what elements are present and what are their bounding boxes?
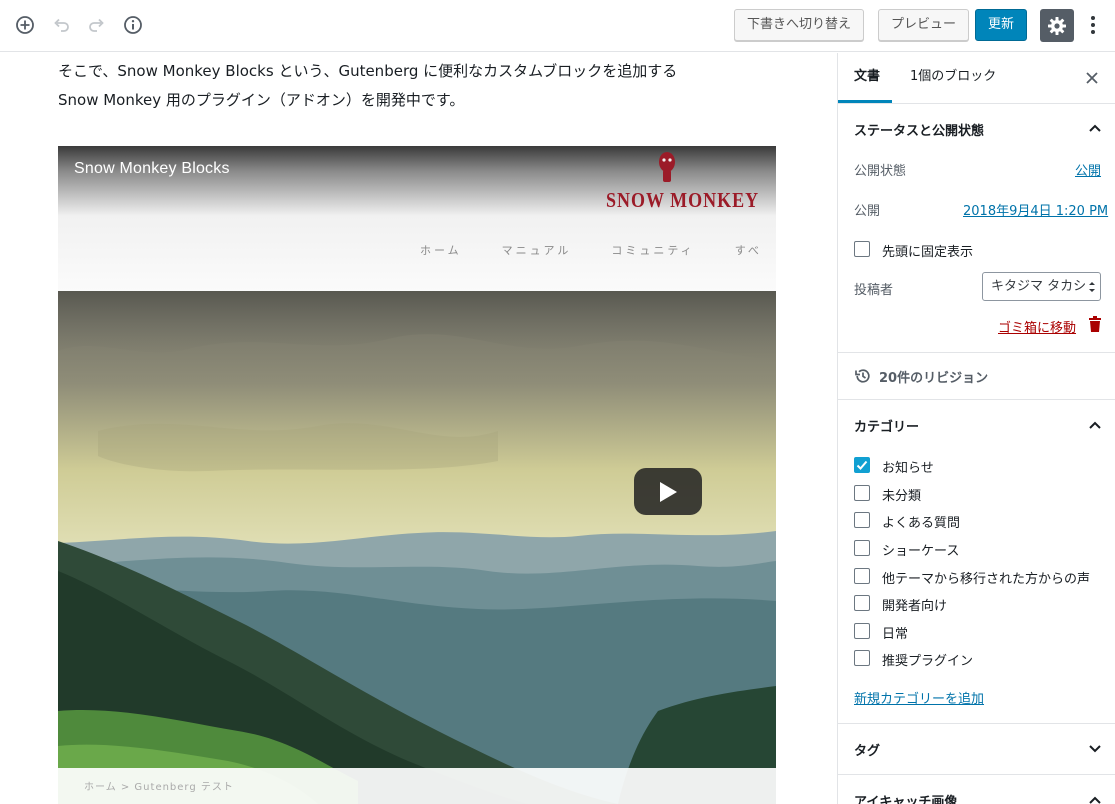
tags-panel-header[interactable]: タグ [838, 724, 1115, 774]
categories-panel-title: カテゴリー [854, 420, 920, 435]
author-select-value: キタジマ タカシ [991, 279, 1087, 294]
category-label: 未分類 [882, 489, 922, 504]
chevron-down-icon [1089, 745, 1101, 753]
paragraph-line-1: そこで、Snow Monkey Blocks という、Gutenberg に便利… [58, 62, 678, 80]
category-checkbox[interactable] [854, 512, 870, 528]
chevron-up-icon [1089, 124, 1101, 132]
category-label: よくある質問 [882, 516, 961, 531]
undo-icon[interactable] [49, 13, 73, 37]
category-label: 日常 [882, 627, 909, 642]
editor-toolbar: 下書きへ切り替え プレビュー 更新 [0, 0, 1115, 52]
category-checkbox[interactable] [854, 485, 870, 501]
snow-monkey-logo-text: SNOW MONKEY [606, 187, 760, 212]
revisions-link[interactable]: 20件のリビジョン [879, 367, 988, 386]
featured-image-panel-header[interactable]: アイキャッチ画像 [838, 775, 1115, 804]
info-icon[interactable] [121, 13, 145, 37]
settings-sidebar: 文書 1個のブロック ステータスと公開状態 公開状態 公開 公開 2018年9月… [837, 53, 1115, 804]
category-checkbox[interactable] [854, 650, 870, 666]
category-checkbox[interactable] [854, 540, 870, 556]
visibility-link[interactable]: 公開 [1075, 160, 1101, 179]
video-nav-item: コミュニティ [611, 244, 695, 257]
tab-block[interactable]: 1個のブロック [910, 53, 996, 103]
paragraph-block[interactable]: そこで、Snow Monkey Blocks という、Gutenberg に便利… [58, 57, 798, 115]
sticky-checkbox[interactable] [854, 241, 870, 257]
history-icon [855, 369, 870, 383]
play-button[interactable] [634, 468, 702, 515]
youtube-embed-block[interactable]: Snow Monkey Blocks SNOW MONKEY ホーム マニュアル コ… [58, 146, 776, 804]
video-nav-item: すべ [734, 244, 762, 257]
category-checkbox[interactable] [854, 568, 870, 584]
gear-icon [1048, 16, 1066, 35]
update-button[interactable]: 更新 [975, 9, 1027, 41]
video-thumbnail-footer: ホーム > Gutenberg テスト [58, 768, 776, 804]
trash-icon[interactable] [1088, 316, 1102, 332]
category-label: 開発者向け [882, 599, 948, 614]
sidebar-tabs: 文書 1個のブロック [838, 53, 1115, 104]
category-label: お知らせ [882, 461, 934, 476]
chevron-up-icon [1089, 796, 1101, 804]
redo-icon[interactable] [85, 13, 109, 37]
video-title: Snow Monkey Blocks [74, 160, 230, 177]
checkmark-icon [856, 460, 868, 470]
category-checkbox[interactable] [854, 595, 870, 611]
select-arrows-icon [1089, 282, 1095, 292]
author-select[interactable]: キタジマ タカシ [982, 272, 1101, 301]
tab-document[interactable]: 文書 [838, 53, 892, 103]
paragraph-line-2: Snow Monkey 用のプラグイン（アドオン）を開発中です。 [58, 91, 465, 109]
chevron-up-icon [1089, 421, 1101, 429]
panel-divider [838, 352, 1115, 353]
switch-to-draft-button[interactable]: 下書きへ切り替え [734, 9, 864, 41]
editor-canvas: そこで、Snow Monkey Blocks という、Gutenberg に便利… [0, 53, 837, 804]
video-nav-item: マニュアル [501, 244, 572, 257]
close-sidebar-icon[interactable] [1084, 70, 1100, 86]
play-icon [660, 481, 677, 502]
mountain-landscape-image [58, 291, 776, 804]
category-label: ショーケース [882, 544, 960, 559]
category-checkbox[interactable] [854, 623, 870, 639]
video-site-nav: ホーム マニュアル コミュニティ すべ [420, 242, 776, 258]
author-label: 投稿者 [854, 283, 894, 298]
featured-image-panel-title: アイキャッチ画像 [854, 795, 958, 804]
settings-button[interactable] [1040, 9, 1074, 42]
publish-date-link[interactable]: 2018年9月4日 1:20 PM [963, 200, 1108, 219]
add-block-icon[interactable] [13, 13, 37, 37]
categories-panel-header[interactable]: カテゴリー [838, 400, 1115, 450]
tags-panel-title: タグ [854, 744, 881, 759]
more-menu-icon[interactable] [1084, 13, 1102, 37]
category-label: 推奨プラグイン [882, 654, 974, 669]
snow-monkey-logo-icon [659, 152, 675, 182]
move-to-trash-link[interactable]: ゴミ箱に移動 [998, 317, 1076, 336]
category-checkbox-oshirase[interactable] [854, 457, 870, 473]
preview-button[interactable]: プレビュー [878, 9, 969, 41]
category-label: 他テーマから移行された方からの声 [882, 572, 1091, 587]
visibility-label: 公開状態 [854, 164, 907, 179]
sticky-label: 先頭に固定表示 [882, 245, 974, 260]
publish-label: 公開 [854, 204, 881, 219]
add-new-category-link[interactable]: 新規カテゴリーを追加 [854, 688, 984, 707]
video-breadcrumb: ホーム > Gutenberg テスト [84, 782, 234, 793]
video-nav-item: ホーム [420, 244, 462, 257]
status-panel-header[interactable]: ステータスと公開状態 [838, 103, 1115, 153]
status-panel-title: ステータスと公開状態 [854, 124, 985, 139]
